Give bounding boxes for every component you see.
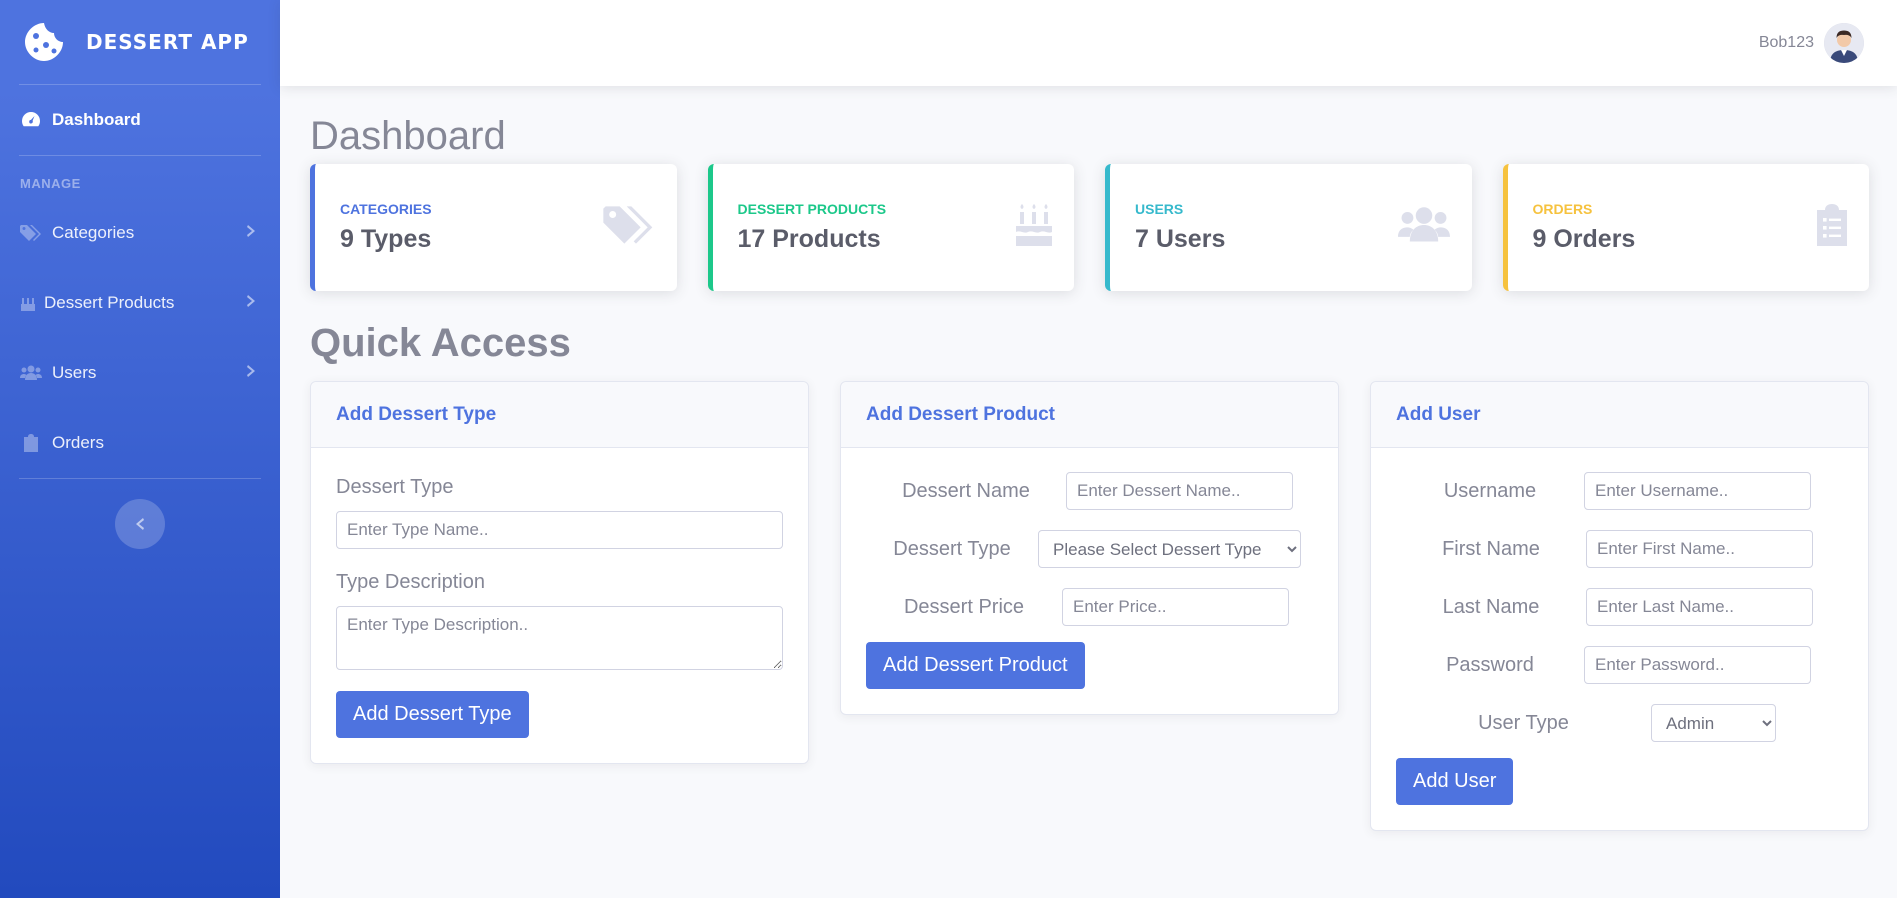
chevron-right-icon	[247, 363, 256, 383]
users-icon	[20, 363, 42, 383]
dessert-name-input[interactable]	[1066, 472, 1293, 510]
add-dessert-type-button[interactable]: Add Dessert Type	[336, 691, 529, 738]
user-type-label: User Type	[1478, 711, 1569, 734]
add-dessert-type-card: Add Dessert Type Dessert Type Type Descr…	[310, 381, 809, 764]
sidebar-item-orders[interactable]: Orders	[0, 408, 280, 478]
sidebar: DESSERT APP Dashboard MANAGE Categories …	[0, 0, 280, 898]
users-icon	[1397, 206, 1450, 249]
username-input[interactable]	[1584, 472, 1811, 510]
stat-value: 17 Products	[737, 225, 881, 253]
stat-card-users: USERS 7 Users	[1105, 164, 1472, 291]
cake-icon	[20, 293, 36, 313]
sidebar-heading: MANAGE	[20, 176, 81, 191]
sidebar-item-label: Users	[52, 363, 97, 382]
add-dessert-product-card: Add Dessert Product Dessert Name Dessert…	[840, 381, 1339, 715]
stat-label: DESSERT PRODUCTS	[737, 201, 887, 217]
brand[interactable]: DESSERT APP	[0, 0, 280, 84]
password-label: Password	[1446, 653, 1534, 676]
sidebar-divider	[19, 478, 261, 479]
avatar[interactable]	[1824, 23, 1864, 63]
card-title: Add Dessert Type	[311, 382, 808, 448]
topbar: Bob123	[280, 0, 1897, 86]
first-name-label: First Name	[1442, 537, 1540, 560]
clipboard-icon	[20, 433, 42, 453]
stat-value: 9 Orders	[1532, 225, 1636, 253]
last-name-label: Last Name	[1442, 595, 1540, 618]
dessert-price-input[interactable]	[1062, 588, 1289, 626]
type-name-input[interactable]	[336, 511, 783, 549]
card-title: Add User	[1371, 382, 1868, 448]
user-type-select[interactable]: Admin	[1651, 704, 1776, 742]
dessert-type-label: Dessert Type	[336, 476, 454, 498]
dessert-price-label: Dessert Price	[903, 595, 1025, 618]
dessert-type-select[interactable]: Please Select Dessert Type	[1038, 530, 1301, 568]
dessert-name-label: Dessert Name	[902, 479, 1030, 502]
tags-icon	[20, 223, 42, 243]
type-description-label: Type Description	[336, 571, 485, 593]
add-dessert-product-button[interactable]: Add Dessert Product	[866, 642, 1085, 689]
user-name[interactable]: Bob123	[1759, 34, 1814, 52]
type-description-input[interactable]	[336, 606, 783, 670]
stat-card-orders: ORDERS 9 Orders	[1502, 164, 1869, 291]
username-label: Username	[1443, 479, 1537, 502]
sidebar-item-label: Categories	[52, 223, 135, 242]
cookie-icon	[25, 23, 63, 61]
quick-access-forms: Add Dessert Type Dessert Type Type Descr…	[310, 381, 1869, 831]
birthday-cake-icon	[1016, 204, 1052, 251]
add-user-card: Add User Username First Name Last Name P…	[1370, 381, 1869, 831]
tachometer-icon	[20, 110, 42, 130]
quick-access-title: Quick Access	[310, 321, 571, 365]
main-content: Dashboard CATEGORIES 9 Types DESSERT PRO…	[310, 86, 1869, 831]
dessert-type-label: Dessert Type	[893, 537, 1011, 560]
sidebar-item-label: Dessert Products	[44, 293, 175, 312]
sidebar-item-users[interactable]: Users	[0, 338, 280, 408]
sidebar-item-dashboard[interactable]: Dashboard	[0, 85, 280, 155]
stat-card-dessert-products: DESSERT PRODUCTS 17 Products	[707, 164, 1074, 291]
stat-cards: CATEGORIES 9 Types DESSERT PRODUCTS 17 P…	[310, 164, 1869, 291]
stat-card-categories: CATEGORIES 9 Types	[310, 164, 677, 291]
page-title: Dashboard	[310, 114, 506, 158]
clipboard-list-icon	[1817, 204, 1847, 251]
stat-value: 7 Users	[1135, 225, 1226, 253]
last-name-input[interactable]	[1586, 588, 1813, 626]
sidebar-item-categories[interactable]: Categories	[0, 198, 280, 268]
brand-name: DESSERT APP	[86, 30, 249, 54]
sidebar-toggle-button[interactable]	[115, 499, 165, 549]
stat-value: 9 Types	[340, 225, 432, 253]
chevron-right-icon	[247, 223, 256, 243]
sidebar-item-dessert-products[interactable]: Dessert Products	[0, 268, 280, 338]
sidebar-item-label: Orders	[52, 433, 104, 452]
card-title: Add Dessert Product	[841, 382, 1338, 448]
stat-label: USERS	[1135, 201, 1184, 217]
chevron-right-icon	[247, 293, 256, 313]
tags-icon	[602, 204, 655, 251]
first-name-input[interactable]	[1586, 530, 1813, 568]
chevron-left-icon	[136, 518, 144, 530]
password-input[interactable]	[1584, 646, 1811, 684]
stat-label: ORDERS	[1532, 201, 1593, 217]
stat-label: CATEGORIES	[340, 201, 432, 217]
add-user-button[interactable]: Add User	[1396, 758, 1514, 805]
sidebar-item-label: Dashboard	[52, 110, 141, 129]
